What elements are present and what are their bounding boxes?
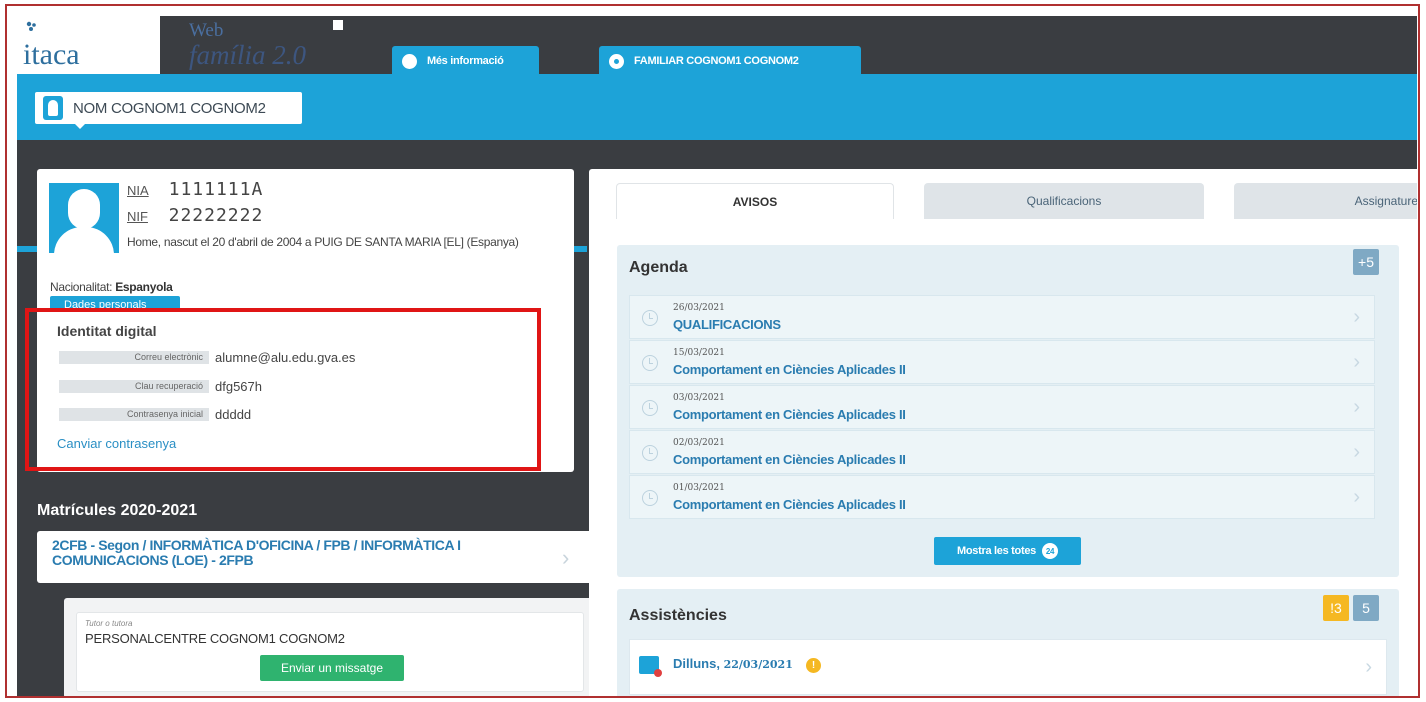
attendance-day: Dilluns, xyxy=(673,656,720,671)
calendar-icon xyxy=(639,656,662,677)
logo[interactable]: itaca xyxy=(17,16,160,74)
show-all-label: Mostra les totes xyxy=(957,545,1036,557)
show-all-button[interactable]: Mostra les totes 24 xyxy=(934,537,1081,565)
nationality: Nacionalitat: Espanyola xyxy=(50,280,173,294)
agenda-item-title: Comportament en Ciències Aplicades II xyxy=(673,452,906,467)
tutor-name: PERSONALCENTRE COGNOM1 COGNOM2 xyxy=(85,631,345,646)
agenda-more-badge[interactable]: +5 xyxy=(1353,249,1379,275)
send-message-button[interactable]: Enviar un missatge xyxy=(260,655,404,681)
user-icon xyxy=(609,53,624,69)
nia-label: NIA xyxy=(127,183,149,198)
agenda-item-title: Comportament en Ciències Aplicades II xyxy=(673,497,906,512)
nia-row: NIA 1111111A xyxy=(127,179,263,200)
agenda-list: 26/03/2021 QUALIFICACIONS › 15/03/2021 C… xyxy=(629,295,1375,520)
chevron-right-icon: › xyxy=(1353,396,1360,418)
agenda-item-date: 26/03/2021 xyxy=(673,303,725,313)
agenda-item-title: Comportament en Ciències Aplicades II xyxy=(673,407,906,422)
agenda-item[interactable]: 03/03/2021 Comportament en Ciències Apli… xyxy=(629,385,1375,429)
agenda-item[interactable]: 02/03/2021 Comportament en Ciències Apli… xyxy=(629,430,1375,474)
tab-avisos[interactable]: AVISOS xyxy=(616,183,894,219)
attendance-section: Assistències !3 5 Dilluns, 22/03/2021 ! … xyxy=(617,589,1399,696)
student-selector[interactable]: NOM COGNOM1 COGNOM2 xyxy=(35,92,302,124)
agenda-item-date: 01/03/2021 xyxy=(673,483,725,493)
clock-icon xyxy=(642,400,658,416)
tutor-card: Tutor o tutora PERSONALCENTRE COGNOM1 CO… xyxy=(64,598,594,696)
enrollment-course: 2CFB - Segon / INFORMÀTICA D'OFICINA / F… xyxy=(52,537,461,568)
info-icon xyxy=(402,53,417,69)
nif-row: NIF 22222222 xyxy=(127,205,263,226)
tutor-box: Tutor o tutora PERSONALCENTRE COGNOM1 CO… xyxy=(76,612,584,692)
agenda-item[interactable]: 26/03/2021 QUALIFICACIONS › xyxy=(629,295,1375,339)
right-panel: AVISOS Qualificacions Assignatures Agend… xyxy=(589,169,1417,696)
agenda-item-date: 03/03/2021 xyxy=(673,393,725,403)
tab-more-info[interactable]: Més informació xyxy=(392,46,539,76)
warning-icon: ! xyxy=(806,658,821,673)
chevron-right-icon: › xyxy=(1365,656,1372,678)
logo-mark-icon xyxy=(26,21,36,31)
enrollments-title: Matrícules 2020-2021 xyxy=(37,502,198,519)
show-all-count: 24 xyxy=(1041,543,1058,559)
agenda-item-date: 02/03/2021 xyxy=(673,438,725,448)
clock-icon xyxy=(642,310,658,326)
birth-info: Home, nascut el 20 d'abril de 2004 a PUI… xyxy=(127,235,519,249)
student-bar: NOM COGNOM1 COGNOM2 xyxy=(17,74,1417,140)
agenda-title: Agenda xyxy=(629,259,688,276)
agenda-item[interactable]: 01/03/2021 Comportament en Ciències Apli… xyxy=(629,475,1375,519)
nationality-label: Nacionalitat: xyxy=(50,280,113,294)
clock-icon xyxy=(642,445,658,461)
tab-qualificacions[interactable]: Qualificacions xyxy=(924,183,1204,219)
app-window: itaca Web família 2.0 Més informació FAM… xyxy=(17,16,1417,696)
tab-more-info-label: Més informació xyxy=(427,55,504,67)
nif-label: NIF xyxy=(127,209,148,224)
attendance-count-badge[interactable]: 5 xyxy=(1353,595,1379,621)
attendance-date-value: 22/03/2021 xyxy=(723,658,793,671)
student-avatar-icon xyxy=(43,96,63,120)
attendance-item[interactable]: Dilluns, 22/03/2021 ! › xyxy=(629,639,1387,695)
screenshot-frame: itaca Web família 2.0 Més informació FAM… xyxy=(5,4,1420,698)
agenda-item-title: Comportament en Ciències Aplicades II xyxy=(673,362,906,377)
agenda-item-date: 15/03/2021 xyxy=(673,348,725,358)
tab-family-user[interactable]: FAMILIAR COGNOM1 COGNOM2 xyxy=(599,46,861,76)
clock-icon xyxy=(642,490,658,506)
logo-text: itaca xyxy=(23,38,80,71)
profile-avatar xyxy=(49,183,119,253)
agenda-item[interactable]: 15/03/2021 Comportament en Ciències Apli… xyxy=(629,340,1375,384)
enrollment-item[interactable]: 2CFB - Segon / INFORMÀTICA D'OFICINA / F… xyxy=(37,531,593,583)
nif-value: 22222222 xyxy=(168,205,264,226)
nationality-value: Espanyola xyxy=(115,280,173,294)
student-selector-pointer xyxy=(73,122,87,129)
highlight-box xyxy=(25,308,541,471)
tab-assignatures[interactable]: Assignatures xyxy=(1234,183,1417,219)
familia-label: família 2.0 xyxy=(189,40,307,70)
agenda-section: Agenda +5 26/03/2021 QUALIFICACIONS › 15… xyxy=(617,245,1399,577)
attendance-warning-badge[interactable]: !3 xyxy=(1323,595,1349,621)
window-square xyxy=(333,20,343,30)
attendance-title: Assistències xyxy=(629,607,727,624)
tab-family-user-label: FAMILIAR COGNOM1 COGNOM2 xyxy=(634,55,799,67)
chevron-right-icon: › xyxy=(562,545,570,570)
nia-value: 1111111A xyxy=(168,179,264,200)
attendance-date: Dilluns, 22/03/2021 xyxy=(673,656,793,671)
student-name: NOM COGNOM1 COGNOM2 xyxy=(73,99,266,117)
chevron-right-icon: › xyxy=(1353,486,1360,508)
agenda-item-title: QUALIFICACIONS xyxy=(673,317,781,332)
clock-icon xyxy=(642,355,658,371)
chevron-right-icon: › xyxy=(1353,306,1360,328)
web-label: Web xyxy=(189,20,224,41)
avatar-body xyxy=(54,227,114,253)
chevron-right-icon: › xyxy=(1353,351,1360,373)
chevron-right-icon: › xyxy=(1353,441,1360,463)
tutor-label: Tutor o tutora xyxy=(85,619,133,628)
avatar-head xyxy=(68,189,100,229)
top-header: itaca Web família 2.0 Més informació FAM… xyxy=(17,16,1417,76)
